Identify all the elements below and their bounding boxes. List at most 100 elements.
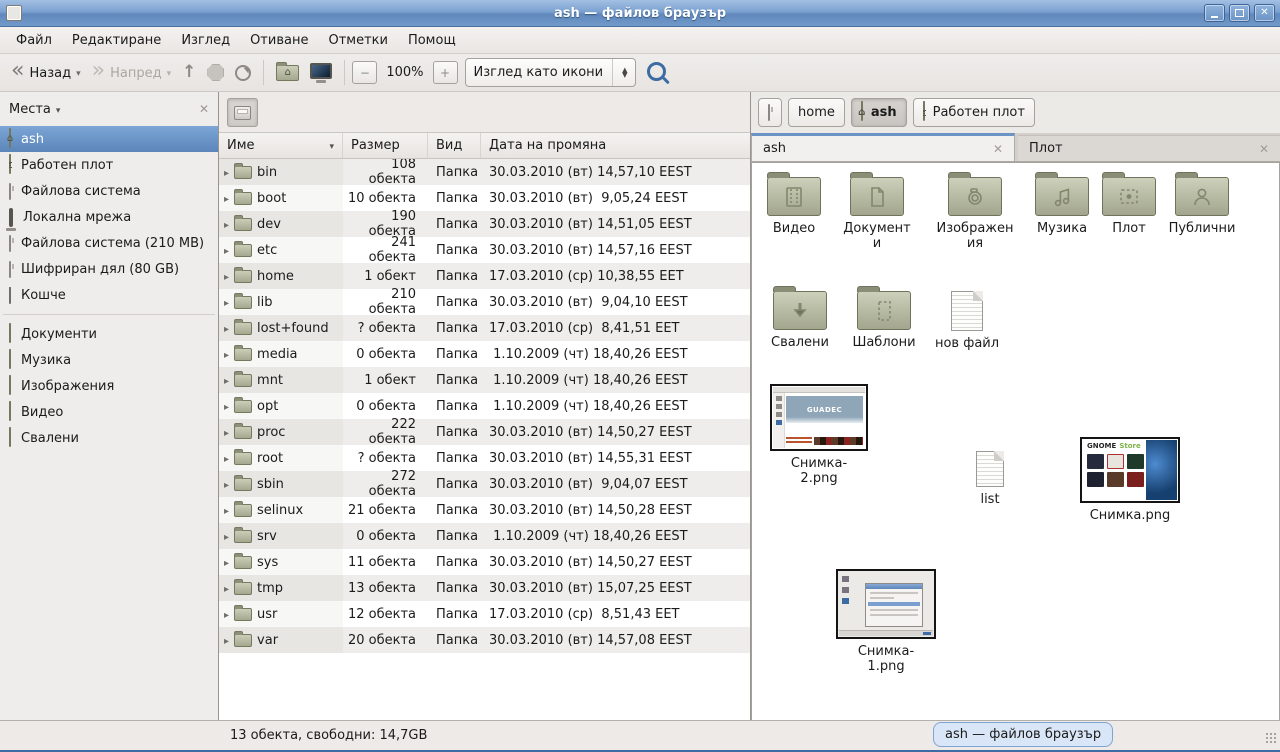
- expander-icon[interactable]: [224, 321, 229, 336]
- sidebar-item-Шифриран дял (80 GB)[interactable]: Шифриран дял (80 GB): [0, 256, 218, 282]
- expander-icon[interactable]: [224, 243, 229, 258]
- table-row[interactable]: proc222 обектаПапка30.03.2010 (вт) 14,50…: [219, 419, 750, 445]
- expander-icon[interactable]: [224, 451, 229, 466]
- sidebar-item-Музика[interactable]: Музика: [0, 347, 218, 373]
- menu-item-2[interactable]: Изглед: [171, 30, 240, 51]
- icon-view-item-Снимка-1.png[interactable]: Снимка-1.png: [838, 569, 934, 674]
- sidebar-item-Локална мрежа[interactable]: Локална мрежа: [0, 204, 218, 230]
- expander-icon[interactable]: [224, 503, 229, 518]
- icon-view-item-нов файл[interactable]: нов файл: [919, 291, 1015, 351]
- column-header-name[interactable]: Име: [219, 133, 343, 158]
- table-row[interactable]: media0 обектаПапка 1.10.2009 (чт) 18,40,…: [219, 341, 750, 367]
- sidebar-close-icon[interactable]: ✕: [199, 102, 209, 116]
- tab-Плот[interactable]: Плот✕: [1018, 135, 1280, 161]
- minimize-button[interactable]: [1204, 4, 1225, 22]
- table-row[interactable]: root? обектаПапка30.03.2010 (вт) 14,55,3…: [219, 445, 750, 471]
- up-button[interactable]: [177, 61, 201, 85]
- expander-icon[interactable]: [224, 425, 229, 440]
- icon-view-item-Свалени[interactable]: Свалени: [752, 291, 848, 350]
- reload-button[interactable]: [230, 61, 256, 85]
- expander-icon[interactable]: [224, 373, 229, 388]
- table-row[interactable]: bin108 обектаПапка30.03.2010 (вт) 14,57,…: [219, 159, 750, 185]
- expander-icon[interactable]: [224, 347, 229, 362]
- root-path-button[interactable]: [227, 98, 258, 127]
- expander-icon[interactable]: [224, 555, 229, 570]
- menu-item-3[interactable]: Отиване: [240, 30, 318, 51]
- table-row[interactable]: srv0 обектаПапка 1.10.2009 (чт) 18,40,26…: [219, 523, 750, 549]
- table-row[interactable]: opt0 обектаПапка 1.10.2009 (чт) 18,40,26…: [219, 393, 750, 419]
- table-row[interactable]: dev190 обектаПапка30.03.2010 (вт) 14,51,…: [219, 211, 750, 237]
- resize-grip[interactable]: [1265, 732, 1277, 743]
- home-button[interactable]: [271, 61, 304, 85]
- expander-icon[interactable]: [224, 633, 229, 648]
- column-header-date[interactable]: Дата на промяна: [481, 133, 750, 158]
- expander-icon[interactable]: [224, 165, 229, 180]
- menu-item-4[interactable]: Отметки: [318, 30, 397, 51]
- table-row[interactable]: sbin272 обектаПапка30.03.2010 (вт) 9,04,…: [219, 471, 750, 497]
- icon-view-item-Снимка.png[interactable]: GNOMEStoreСнимка.png: [1082, 437, 1178, 523]
- menu-item-1[interactable]: Редактиране: [62, 30, 171, 51]
- sidebar-item-Кошче[interactable]: Кошче: [0, 282, 218, 308]
- expander-icon[interactable]: [224, 607, 229, 622]
- table-row[interactable]: lost+found? обектаПапка17.03.2010 (ср) 8…: [219, 315, 750, 341]
- icon-view-item-list[interactable]: list: [942, 451, 1038, 507]
- sidebar-item-Документи[interactable]: Документи: [0, 321, 218, 347]
- name-cell: proc: [219, 419, 343, 445]
- icon-view-item-Документи[interactable]: Документи: [829, 177, 925, 251]
- sidebar-item-Свалени[interactable]: Свалени: [0, 425, 218, 451]
- icon-view-item-Изображения[interactable]: Изображения: [927, 177, 1023, 251]
- forward-button[interactable]: Напред: [87, 61, 176, 85]
- view-mode-combo[interactable]: Изглед като икони ▲▼: [465, 58, 637, 87]
- menu-item-0[interactable]: Файл: [6, 30, 62, 51]
- tab-ash[interactable]: ash✕: [751, 133, 1015, 161]
- table-row[interactable]: boot10 обектаПапка30.03.2010 (вт) 9,05,2…: [219, 185, 750, 211]
- date-cell: 1.10.2009 (чт) 18,40,26 EEST: [481, 373, 750, 388]
- table-row[interactable]: usr12 обектаПапка17.03.2010 (ср) 8,51,43…: [219, 601, 750, 627]
- sidebar-item-ash[interactable]: ash: [0, 126, 218, 152]
- sidebar-item-Файлова система (210 MB)[interactable]: Файлова система (210 MB): [0, 230, 218, 256]
- expander-icon[interactable]: [224, 399, 229, 414]
- path-button-Работен плот[interactable]: Работен плот: [913, 98, 1035, 127]
- expander-icon[interactable]: [224, 295, 229, 310]
- zoom-in-button[interactable]: +: [433, 61, 458, 84]
- icon-view-item-Публични[interactable]: Публични: [1154, 177, 1250, 236]
- expander-icon[interactable]: [224, 217, 229, 232]
- search-icon[interactable]: [647, 62, 666, 81]
- table-row[interactable]: lib210 обектаПапка30.03.2010 (вт) 9,04,1…: [219, 289, 750, 315]
- back-button[interactable]: Назад: [6, 61, 86, 85]
- expander-icon[interactable]: [224, 529, 229, 544]
- column-header-type[interactable]: Вид: [428, 133, 481, 158]
- path-button-home[interactable]: home: [788, 98, 845, 127]
- computer-button[interactable]: [305, 59, 337, 87]
- icon-view-item-Шаблони[interactable]: Шаблони: [836, 291, 932, 350]
- sidebar-mode-caret-icon[interactable]: [56, 102, 61, 117]
- table-row[interactable]: mnt1 обектПапка 1.10.2009 (чт) 18,40,26 …: [219, 367, 750, 393]
- expander-icon[interactable]: [224, 269, 229, 284]
- size-cell: ? обекта: [343, 451, 428, 466]
- icon-view-item-Снимка-2.png[interactable]: GUADECСнимка-2.png: [771, 384, 867, 486]
- expander-icon[interactable]: [224, 581, 229, 596]
- back-history-caret-icon[interactable]: [76, 65, 81, 80]
- tab-close-icon[interactable]: ✕: [993, 142, 1003, 156]
- expander-icon[interactable]: [224, 191, 229, 206]
- path-button-root[interactable]: [758, 98, 782, 127]
- expander-icon[interactable]: [224, 477, 229, 492]
- column-header-size[interactable]: Размер: [343, 133, 428, 158]
- maximize-button[interactable]: [1229, 4, 1250, 22]
- zoom-out-button[interactable]: −: [352, 61, 377, 84]
- menu-item-5[interactable]: Помощ: [398, 30, 466, 51]
- table-row[interactable]: selinux21 обектаПапка30.03.2010 (вт) 14,…: [219, 497, 750, 523]
- sidebar-item-Видео[interactable]: Видео: [0, 399, 218, 425]
- sidebar-item-Изображения[interactable]: Изображения: [0, 373, 218, 399]
- table-row[interactable]: sys11 обектаПапка30.03.2010 (вт) 14,50,2…: [219, 549, 750, 575]
- table-row[interactable]: tmp13 обектаПапка30.03.2010 (вт) 15,07,2…: [219, 575, 750, 601]
- table-row[interactable]: var20 обектаПапка30.03.2010 (вт) 14,57,0…: [219, 627, 750, 653]
- path-button-ash[interactable]: ash: [851, 98, 907, 127]
- sidebar-item-Файлова система[interactable]: Файлова система: [0, 178, 218, 204]
- close-button[interactable]: [1254, 4, 1275, 22]
- sidebar-item-Работен плот[interactable]: Работен плот: [0, 152, 218, 178]
- tab-close-icon[interactable]: ✕: [1259, 142, 1269, 156]
- table-row[interactable]: etc241 обектаПапка30.03.2010 (вт) 14,57,…: [219, 237, 750, 263]
- table-row[interactable]: home1 обектПапка17.03.2010 (ср) 10,38,55…: [219, 263, 750, 289]
- stop-button[interactable]: [202, 60, 229, 85]
